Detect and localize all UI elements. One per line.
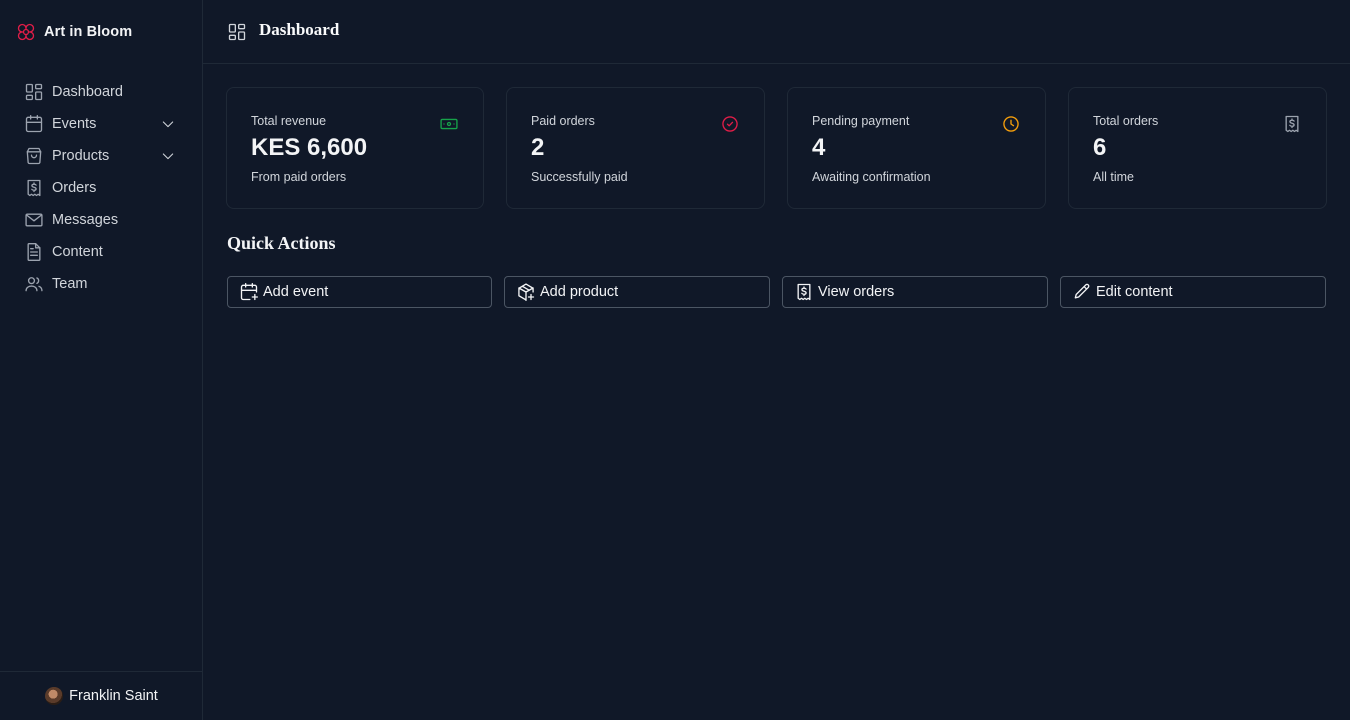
chevron-down-icon[interactable] xyxy=(160,148,176,164)
document-icon xyxy=(27,243,41,261)
button-label: View orders xyxy=(818,284,895,300)
sidebar-item-dashboard[interactable]: Dashboard xyxy=(24,76,180,108)
stat-subtext: Awaiting confirmation xyxy=(812,170,931,184)
mail-icon xyxy=(25,213,43,227)
receipt-icon xyxy=(27,179,41,197)
receipt-icon xyxy=(1285,115,1299,133)
sidebar-item-events[interactable]: Events xyxy=(24,108,180,140)
calendar-icon xyxy=(25,115,43,133)
brand-name: Art in Bloom xyxy=(44,24,133,40)
pencil-icon xyxy=(1074,283,1090,299)
button-label: Edit content xyxy=(1096,284,1173,300)
sidebar-item-orders[interactable]: Orders xyxy=(24,172,180,204)
receipt-icon xyxy=(797,283,811,301)
sidebar-item-label: Team xyxy=(52,276,88,292)
sidebar-item-messages[interactable]: Messages xyxy=(24,204,180,236)
sidebar-item-label: Content xyxy=(52,244,103,260)
stat-card-pending-payment: Pending payment 4 Awaiting confirmation xyxy=(787,87,1046,209)
sidebar-item-label: Orders xyxy=(52,180,97,196)
package-plus-icon xyxy=(518,283,535,301)
sidebar-item-products[interactable]: Products xyxy=(24,140,180,172)
sidebar: Art in Bloom Dashboard Events Products O… xyxy=(0,0,203,720)
add-event-button[interactable]: Add event xyxy=(227,276,492,308)
stat-subtext: Successfully paid xyxy=(531,170,628,184)
chevron-down-icon[interactable] xyxy=(160,116,176,132)
view-orders-button[interactable]: View orders xyxy=(782,276,1048,308)
avatar xyxy=(45,687,64,705)
quick-actions-title: Quick Actions xyxy=(227,233,336,253)
stat-label: Paid orders xyxy=(531,114,595,128)
clock-icon xyxy=(1003,116,1019,132)
stat-label: Total orders xyxy=(1093,114,1159,128)
sidebar-nav: Dashboard Events Products Orders Message… xyxy=(24,76,180,300)
check-circle-icon xyxy=(722,116,738,132)
dashboard-icon xyxy=(228,23,246,41)
stat-subtext: From paid orders xyxy=(251,170,347,184)
stat-value: KES 6,600 xyxy=(251,134,368,161)
stat-value: 6 xyxy=(1093,134,1107,161)
stat-label: Total revenue xyxy=(251,114,327,128)
stat-subtext: All time xyxy=(1093,170,1134,184)
calendar-plus-icon xyxy=(240,283,258,301)
banknote-icon xyxy=(440,118,458,130)
stat-value: 2 xyxy=(531,134,545,161)
stat-card-paid-orders: Paid orders 2 Successfully paid xyxy=(506,87,765,209)
app-root: Art in Bloom Dashboard Events Products O… xyxy=(0,0,1350,720)
users-icon xyxy=(25,277,43,292)
user-name: Franklin Saint xyxy=(69,688,158,704)
page-title: Dashboard xyxy=(259,20,340,39)
stat-card-total-orders: Total orders 6 All time xyxy=(1068,87,1327,209)
dashboard-icon xyxy=(25,83,43,101)
edit-content-button[interactable]: Edit content xyxy=(1060,276,1326,308)
sidebar-item-label: Dashboard xyxy=(52,84,123,100)
stat-value: 4 xyxy=(812,134,826,161)
sidebar-item-label: Messages xyxy=(52,212,119,228)
button-label: Add event xyxy=(263,284,329,300)
brand[interactable]: Art in Bloom xyxy=(16,22,132,42)
shopping-bag-icon xyxy=(26,147,42,165)
add-product-button[interactable]: Add product xyxy=(504,276,770,308)
user-profile[interactable]: Franklin Saint xyxy=(0,671,203,720)
page-header: Dashboard xyxy=(203,0,1350,64)
button-label: Add product xyxy=(540,284,619,300)
sidebar-item-team[interactable]: Team xyxy=(24,268,180,300)
flower-icon xyxy=(17,23,35,41)
sidebar-item-content[interactable]: Content xyxy=(24,236,180,268)
sidebar-item-label: Events xyxy=(52,116,97,132)
stat-card-total-revenue: Total revenue KES 6,600 From paid orders xyxy=(226,87,484,209)
stat-label: Pending payment xyxy=(812,114,910,128)
sidebar-item-label: Products xyxy=(52,148,110,164)
